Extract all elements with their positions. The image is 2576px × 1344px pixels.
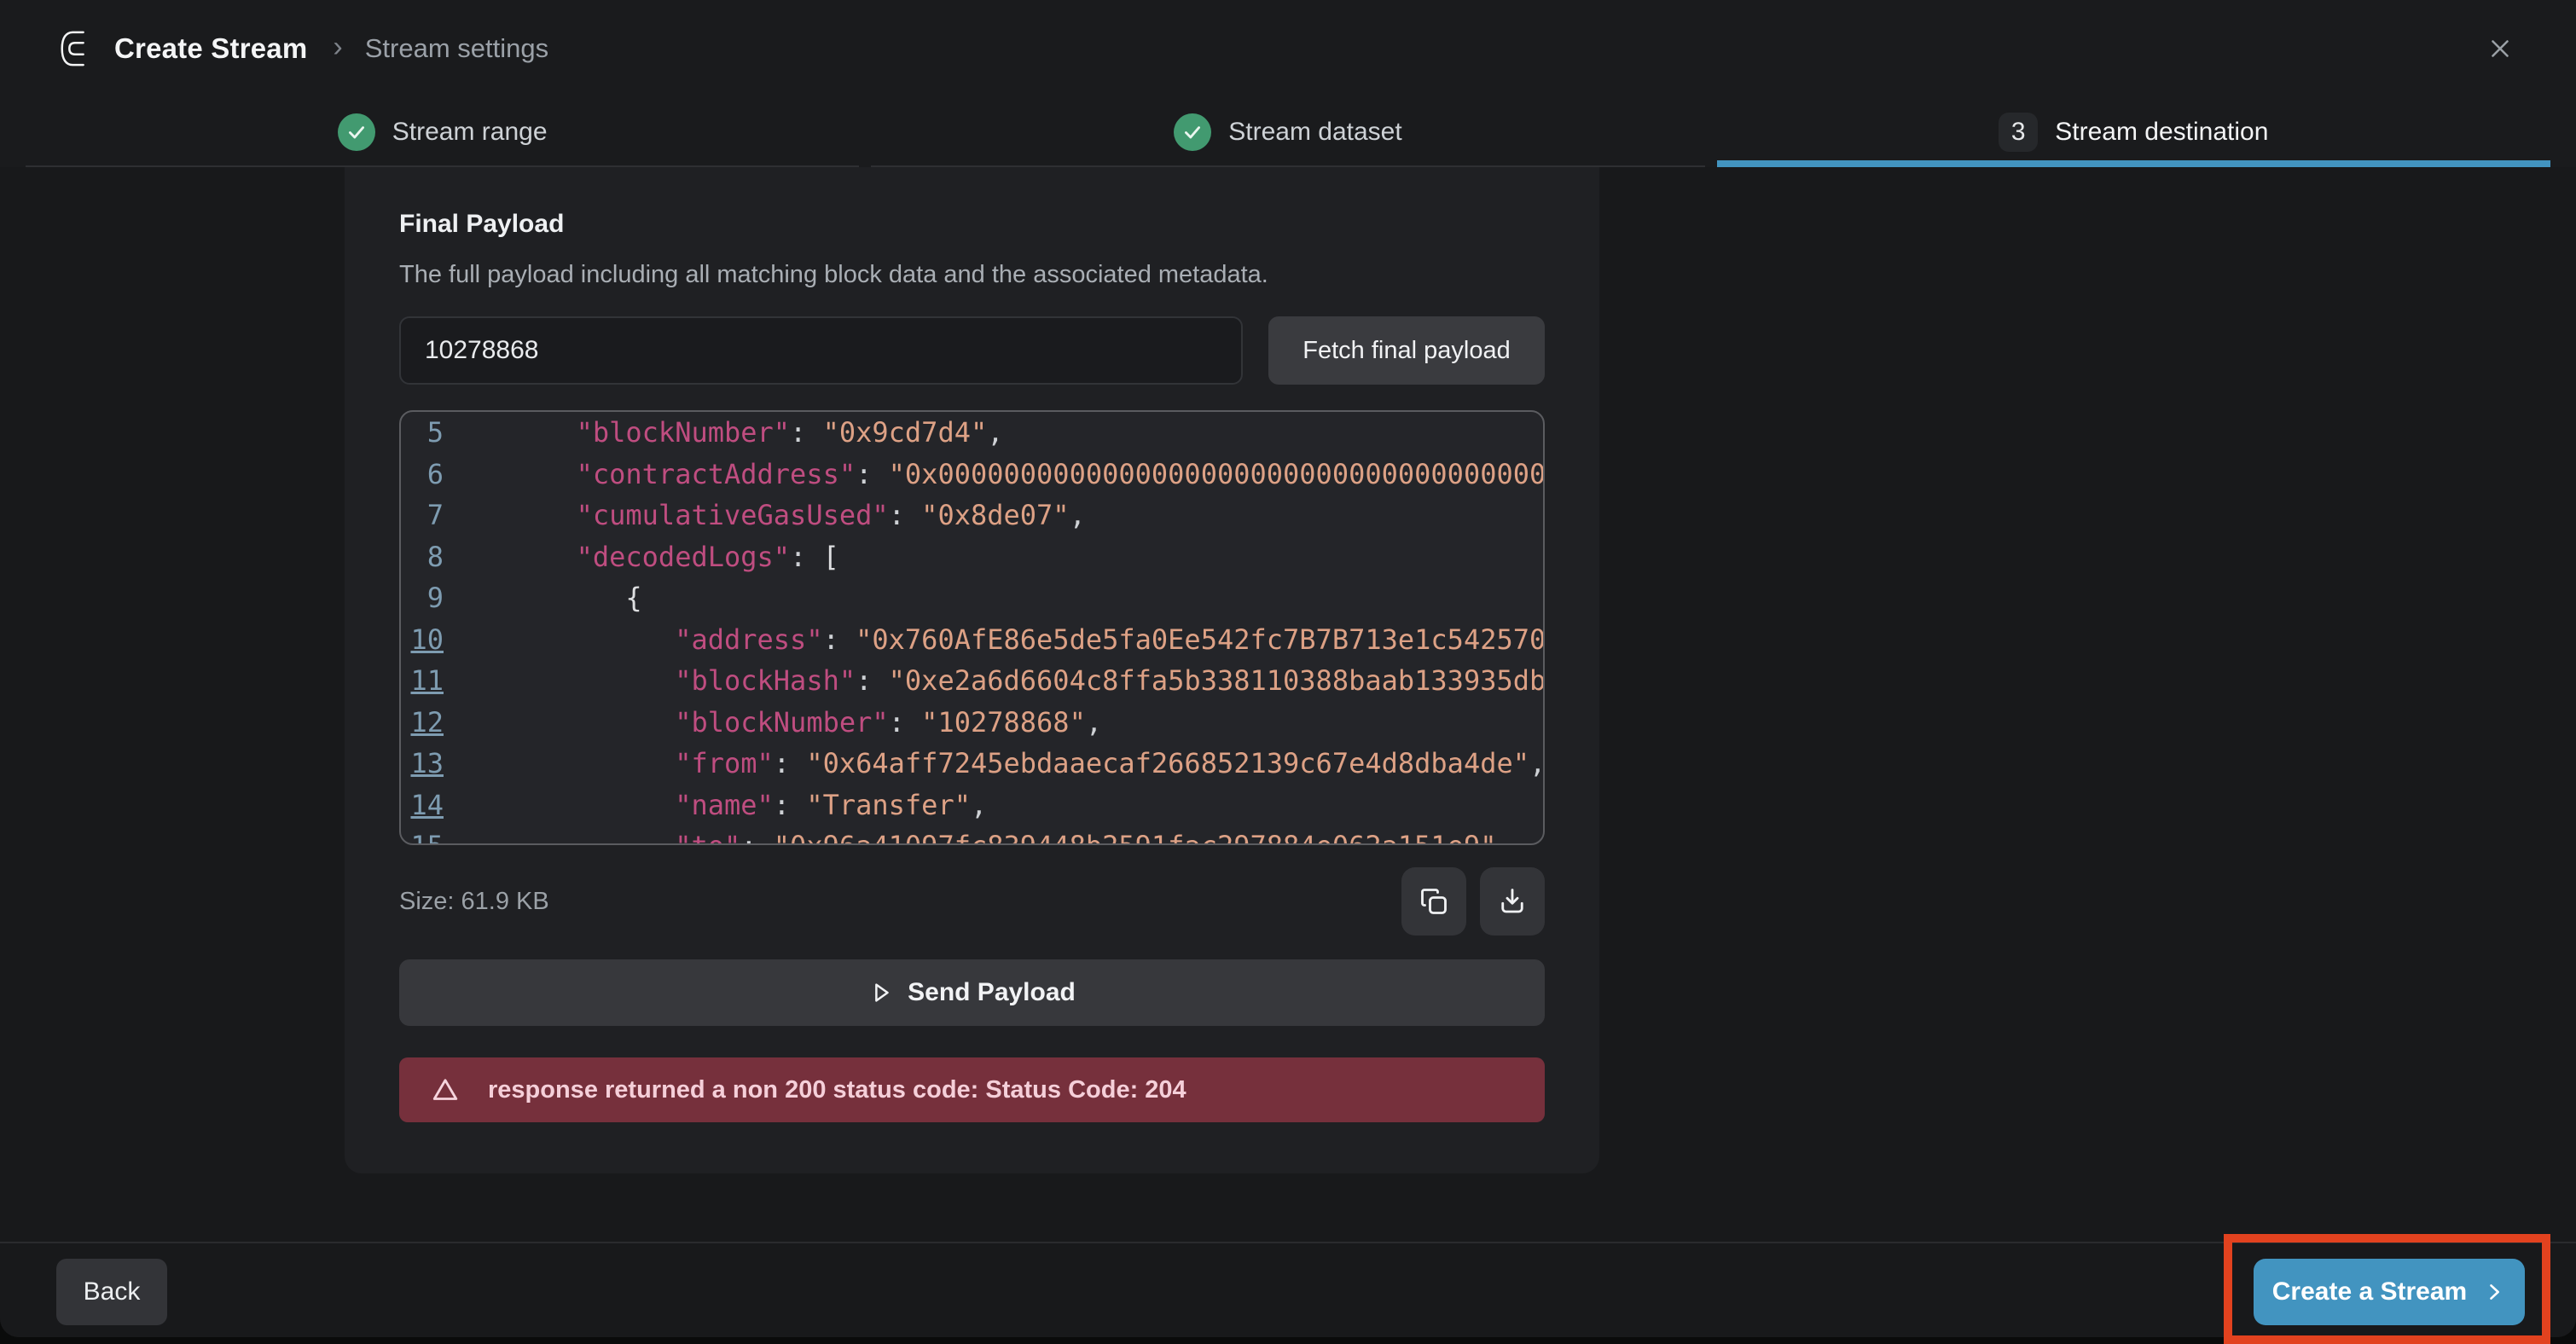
step-number-badge: 3 bbox=[1999, 113, 2038, 152]
modal-title: Create Stream bbox=[114, 32, 307, 65]
chevron-right-icon bbox=[2482, 1280, 2506, 1304]
step-stream-range[interactable]: Stream range bbox=[26, 97, 859, 167]
error-banner: response returned a non 200 status code:… bbox=[399, 1057, 1545, 1122]
block-number-input[interactable] bbox=[399, 316, 1243, 385]
step-label: Stream range bbox=[392, 118, 548, 147]
create-stream-label: Create a Stream bbox=[2272, 1277, 2467, 1306]
fetch-final-payload-button[interactable]: Fetch final payload bbox=[1268, 316, 1545, 385]
send-payload-button[interactable]: Send Payload bbox=[399, 959, 1545, 1026]
download-payload-button[interactable] bbox=[1480, 867, 1545, 936]
panel-description: The full payload including all matching … bbox=[399, 261, 1545, 289]
create-stream-modal: Create Stream › Stream settings Stream r… bbox=[0, 0, 2576, 1337]
breadcrumb-separator-icon: › bbox=[333, 31, 342, 64]
copy-icon bbox=[1419, 886, 1449, 917]
error-message: response returned a non 200 status code:… bbox=[488, 1076, 1186, 1104]
play-icon bbox=[868, 980, 894, 1005]
final-payload-panel: Final Payload The full payload including… bbox=[345, 167, 1599, 1173]
back-button[interactable]: Back bbox=[56, 1259, 167, 1325]
code-line: 13 "from": "0x64aff7245ebdaaecaf26685213… bbox=[401, 743, 1543, 785]
code-line: 15 "to": "0x96a41097fc839448b2591fac2978… bbox=[401, 826, 1543, 845]
code-line: 8 "decodedLogs": [ bbox=[401, 536, 1543, 578]
copy-payload-button[interactable] bbox=[1401, 867, 1466, 936]
download-icon bbox=[1497, 886, 1528, 917]
step-label: Stream dataset bbox=[1228, 118, 1401, 147]
step-complete-check-icon bbox=[1174, 113, 1211, 151]
streams-logo-icon bbox=[56, 29, 96, 68]
code-line: 12 "blockNumber": "10278868", bbox=[401, 702, 1543, 744]
send-payload-label: Send Payload bbox=[908, 978, 1076, 1007]
create-stream-button[interactable]: Create a Stream bbox=[2254, 1259, 2525, 1325]
code-line: 11 "blockHash": "0xe2a6d6604c8ffa5b33811… bbox=[401, 660, 1543, 702]
code-line: 14 "name": "Transfer", bbox=[401, 785, 1543, 826]
payload-size-label: Size: 61.9 KB bbox=[399, 888, 549, 916]
code-lines: 5 "blockNumber": "0x9cd7d4",6 "contractA… bbox=[401, 412, 1543, 845]
step-stream-destination[interactable]: 3 Stream destination bbox=[1717, 97, 2550, 167]
code-line: 10 "address": "0x760AfE86e5de5fa0Ee542fc… bbox=[401, 619, 1543, 661]
breadcrumb-current: Stream settings bbox=[365, 33, 548, 64]
close-button[interactable] bbox=[2480, 29, 2520, 68]
fetch-row: Fetch final payload bbox=[399, 316, 1545, 385]
modal-body: Final Payload The full payload including… bbox=[0, 167, 2576, 1242]
modal-footer: Back Create a Stream bbox=[0, 1242, 2576, 1337]
code-line: 7 "cumulativeGasUsed": "0x8de07", bbox=[401, 495, 1543, 536]
code-line: 5 "blockNumber": "0x9cd7d4", bbox=[401, 412, 1543, 454]
step-indicator-bar: Stream range Stream dataset 3 Stream des… bbox=[0, 97, 2576, 167]
step-stream-dataset[interactable]: Stream dataset bbox=[871, 97, 1704, 167]
panel-title: Final Payload bbox=[399, 210, 1545, 239]
step-label: Stream destination bbox=[2055, 118, 2268, 147]
page: Create Stream › Stream settings Stream r… bbox=[0, 0, 2576, 1344]
code-line: 6 "contractAddress": "0x0000000000000000… bbox=[401, 454, 1543, 495]
code-line: 9 { bbox=[401, 577, 1543, 619]
step-complete-check-icon bbox=[338, 113, 375, 151]
payload-code-editor[interactable]: 5 "blockNumber": "0x9cd7d4",6 "contractA… bbox=[399, 410, 1545, 845]
modal-header: Create Stream › Stream settings bbox=[0, 0, 2576, 97]
warning-triangle-icon bbox=[430, 1075, 461, 1105]
size-row: Size: 61.9 KB bbox=[399, 867, 1545, 936]
